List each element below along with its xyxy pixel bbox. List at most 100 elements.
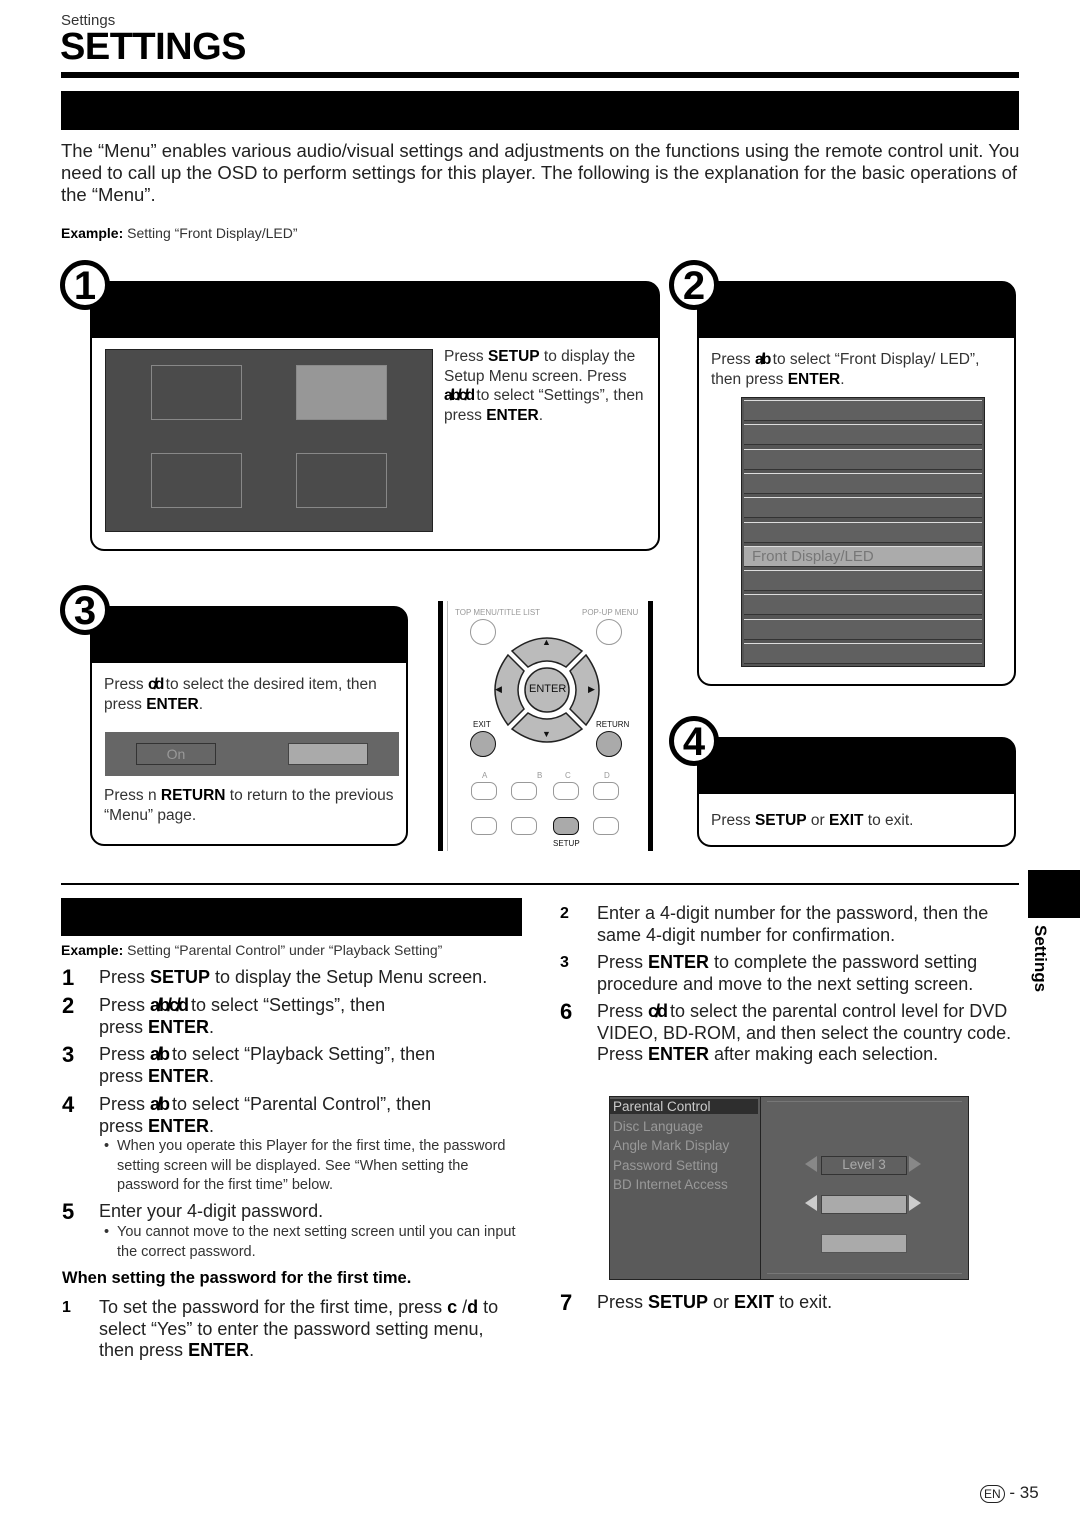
- list-item[interactable]: [744, 448, 982, 470]
- osd-menu-list: Parental Control Disc Language Angle Mark …: [610, 1097, 761, 1279]
- menu-tile[interactable]: [296, 453, 387, 508]
- up-arrow-icon: ▲: [542, 637, 551, 647]
- text: .: [198, 695, 204, 713]
- page-title: SETTINGS: [60, 26, 247, 68]
- ok-field[interactable]: [821, 1234, 907, 1253]
- remote-button[interactable]: [471, 817, 497, 835]
- section-rule: [61, 883, 1019, 885]
- list-item[interactable]: [744, 570, 982, 592]
- menu-tile-settings-selected[interactable]: [296, 365, 387, 420]
- d-label: D: [604, 771, 610, 780]
- menu-tile[interactable]: [151, 365, 242, 420]
- text: Press: [99, 1094, 151, 1114]
- list-item[interactable]: [744, 424, 982, 446]
- arrow-keys-icon: c/d: [147, 676, 165, 693]
- list-item[interactable]: [744, 521, 982, 543]
- key-label: ENTER: [148, 1115, 210, 1136]
- text: To set the password for the first time, …: [99, 1297, 448, 1317]
- title-rule: [61, 72, 1019, 78]
- arrow-keys-icon: c/d: [648, 1001, 668, 1021]
- setup-button[interactable]: [553, 817, 579, 835]
- step2-instructions: Press a/b to select “Front Display/ LED”…: [711, 350, 1011, 389]
- step-text: Press SETUP or EXIT to exit.: [597, 1292, 832, 1314]
- step-number: 3: [560, 954, 569, 971]
- text: Press: [444, 348, 488, 365]
- osd-menu-item[interactable]: Password Setting: [613, 1158, 718, 1173]
- text: to select “Settings”, then press: [444, 387, 644, 424]
- c-button[interactable]: [553, 782, 579, 800]
- arrow-keys-icon: a/b/c/d: [444, 387, 475, 404]
- a-label: A: [482, 771, 488, 780]
- text: to display the Setup Menu screen.: [210, 967, 488, 987]
- text: Press: [597, 1001, 649, 1021]
- step-text: Press a/b to select “Playback Setting”, …: [99, 1044, 479, 1087]
- list-item[interactable]: [744, 497, 982, 519]
- step-text: Enter a 4-digit number for the password,…: [597, 903, 989, 945]
- menu-tile[interactable]: [151, 453, 242, 508]
- side-tab: [1028, 870, 1080, 918]
- step2-badge: 2: [669, 260, 719, 310]
- osd-menu-item[interactable]: Angle Mark Display: [613, 1138, 729, 1153]
- text: Press: [99, 967, 151, 987]
- step3-return-text: Press n RETURN to return to the previous…: [104, 786, 394, 825]
- text: Press: [711, 351, 755, 368]
- step1-instructions: Press SETUP to display the Setup Menu sc…: [444, 347, 644, 425]
- step1-card: Press SETUP to display the Setup Menu sc…: [90, 281, 660, 551]
- option-on[interactable]: On: [136, 743, 216, 765]
- list-item[interactable]: [744, 400, 982, 421]
- example-text: Setting “Parental Control” under “Playba…: [123, 942, 443, 958]
- osd-menu-item[interactable]: BD Internet Access: [613, 1177, 728, 1192]
- text: or: [806, 812, 830, 829]
- key-label: EXIT: [734, 1292, 775, 1312]
- example-label: Example:: [61, 942, 124, 958]
- osd-menu-item-selected[interactable]: Parental Control: [610, 1099, 758, 1114]
- popup-menu-label: POP-UP MENU: [582, 608, 639, 617]
- step-text: Press c/d to select the parental control…: [597, 1001, 1012, 1066]
- step-text: Enter your 4-digit password.: [99, 1201, 324, 1221]
- arrow-keys-icon: a/b: [754, 351, 772, 368]
- example-text: Setting “Front Display/LED”: [123, 225, 298, 241]
- key-label: SETUP: [150, 967, 211, 987]
- country-right-arrow-icon[interactable]: [909, 1195, 921, 1211]
- list-item[interactable]: [744, 472, 982, 494]
- parental-osd: Parental Control Disc Language Angle Mark …: [609, 1096, 969, 1280]
- remote-button[interactable]: [511, 817, 537, 835]
- step-text: Press a/b to select “Parental Control”, …: [99, 1094, 479, 1137]
- remote-edge-left: [438, 601, 443, 851]
- country-field[interactable]: [821, 1195, 907, 1214]
- list-item[interactable]: [744, 594, 982, 616]
- country-left-arrow-icon[interactable]: [805, 1195, 817, 1211]
- remote-button[interactable]: [593, 817, 619, 835]
- osd-menu-item[interactable]: Disc Language: [613, 1119, 703, 1134]
- key-label: SETUP: [648, 1292, 709, 1312]
- page-number-text: - 35: [1009, 1483, 1039, 1502]
- example-line: Example: Setting “Front Display/LED”: [61, 225, 298, 241]
- d-button[interactable]: [593, 782, 619, 800]
- return-icon: n: [147, 787, 157, 804]
- list-item[interactable]: [744, 643, 982, 664]
- level-left-arrow-icon[interactable]: [805, 1156, 817, 1172]
- exit-button[interactable]: [470, 731, 496, 757]
- step-number: 2: [62, 993, 75, 1018]
- enter-key-label: ENTER: [787, 370, 841, 388]
- level-field[interactable]: Level 3: [821, 1156, 907, 1175]
- step-number: 6: [560, 999, 573, 1024]
- first-time-subheading: When setting the password for the first …: [62, 1269, 412, 1287]
- text: Press: [104, 676, 148, 693]
- list-item-selected[interactable]: Front Display/LED: [744, 545, 982, 567]
- a-button[interactable]: [471, 782, 497, 800]
- text: .: [249, 1340, 255, 1360]
- option-off-selected[interactable]: [288, 743, 368, 765]
- step1-badge: 1: [60, 260, 110, 310]
- parental-example: Example: Setting “Parental Control” unde…: [61, 942, 442, 958]
- text: to exit.: [863, 812, 914, 829]
- return-button[interactable]: [596, 731, 622, 757]
- step-number: 7: [560, 1290, 573, 1315]
- b-button[interactable]: [511, 782, 537, 800]
- page-number: EN - 35: [980, 1483, 1039, 1503]
- text: .: [209, 1016, 215, 1037]
- text: .: [840, 370, 845, 388]
- level-right-arrow-icon[interactable]: [909, 1156, 921, 1172]
- section-header-bar: [61, 91, 1019, 130]
- list-item[interactable]: [744, 618, 982, 640]
